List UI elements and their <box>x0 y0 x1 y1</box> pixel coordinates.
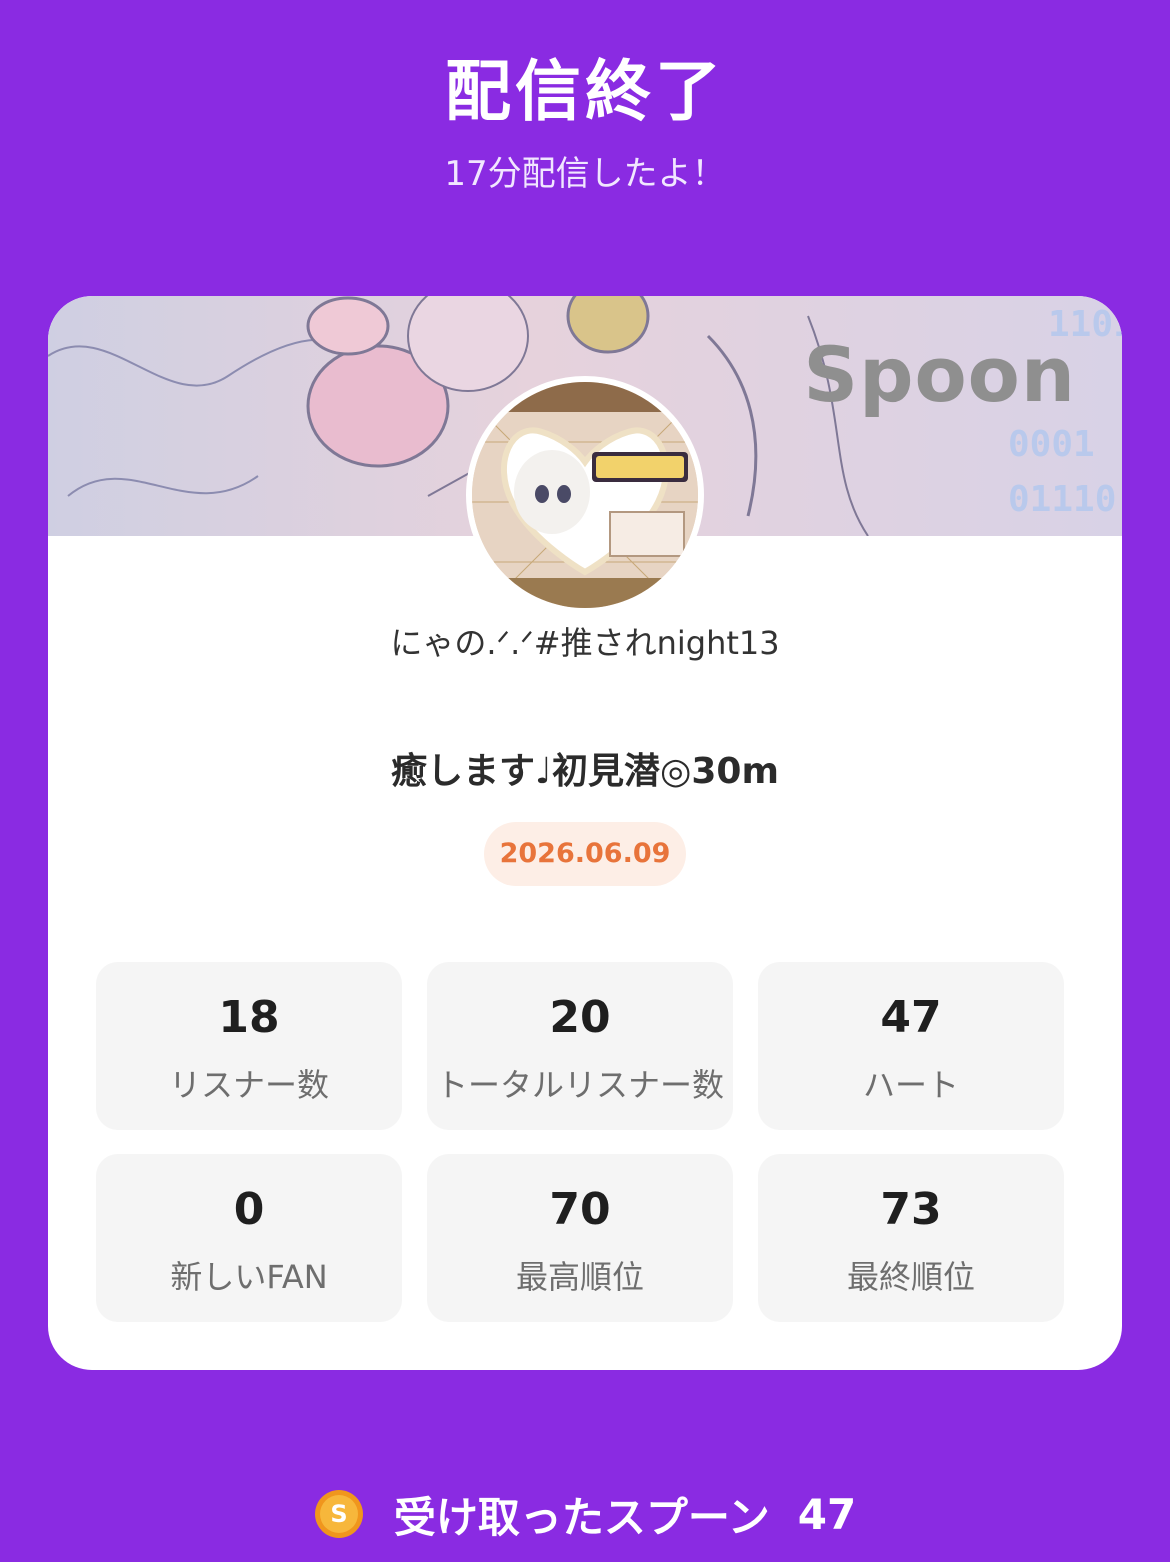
broadcast-summary-card: 1101 0001 01110 Spoon にゃの.ᐟ.ᐟ#推されnight13… <box>48 296 1122 1370</box>
spoon-value: 47 <box>797 1489 857 1539</box>
stat-value: 73 <box>880 1184 942 1235</box>
page-title: 配信終了 <box>445 53 725 130</box>
spoon-label: 受け取ったスプーン <box>393 1492 770 1542</box>
live-title: 癒します♩初見潜◎30m <box>390 751 779 792</box>
spoon-watermark: Spoon <box>803 330 1076 419</box>
svg-text:S: S <box>330 1500 347 1528</box>
username: にゃの.ᐟ.ᐟ#推されnight13 <box>390 624 780 662</box>
stats-grid: 18 リスナー数 20 トータルリスナー数 47 ハート 0 新しいFAN 70… <box>96 962 1064 1322</box>
stat-hearts: 47 ハート <box>758 962 1064 1130</box>
date-badge: 2026.06.09 <box>484 822 686 886</box>
stat-label: 最終順位 <box>846 1258 975 1296</box>
stat-label: トータルリスナー数 <box>435 1066 724 1104</box>
stat-value: 18 <box>218 992 280 1043</box>
stat-label: リスナー数 <box>168 1066 329 1104</box>
stat-label: ハート <box>862 1066 959 1104</box>
svg-text:01110: 01110 <box>1008 479 1116 520</box>
stat-best-rank: 70 最高順位 <box>427 1154 733 1322</box>
stat-final-rank: 73 最終順位 <box>758 1154 1064 1322</box>
stat-listeners: 18 リスナー数 <box>96 962 402 1130</box>
stat-label: 最高順位 <box>515 1258 644 1296</box>
received-spoons: S 受け取ったスプーン 47 <box>0 1482 1170 1546</box>
stat-value: 0 <box>233 1184 265 1235</box>
stat-new-fans: 0 新しいFAN <box>96 1154 402 1322</box>
page-subtitle: 17分配信したよ！ <box>444 154 726 194</box>
spoon-coin-icon: S <box>314 1489 364 1539</box>
avatar[interactable] <box>466 376 704 614</box>
svg-text:0001: 0001 <box>1008 424 1095 465</box>
stat-label: 新しいFAN <box>170 1258 328 1296</box>
stat-value: 47 <box>880 992 942 1043</box>
stat-value: 70 <box>549 1184 611 1235</box>
stat-total-listeners: 20 トータルリスナー数 <box>427 962 733 1130</box>
stat-value: 20 <box>549 992 611 1043</box>
